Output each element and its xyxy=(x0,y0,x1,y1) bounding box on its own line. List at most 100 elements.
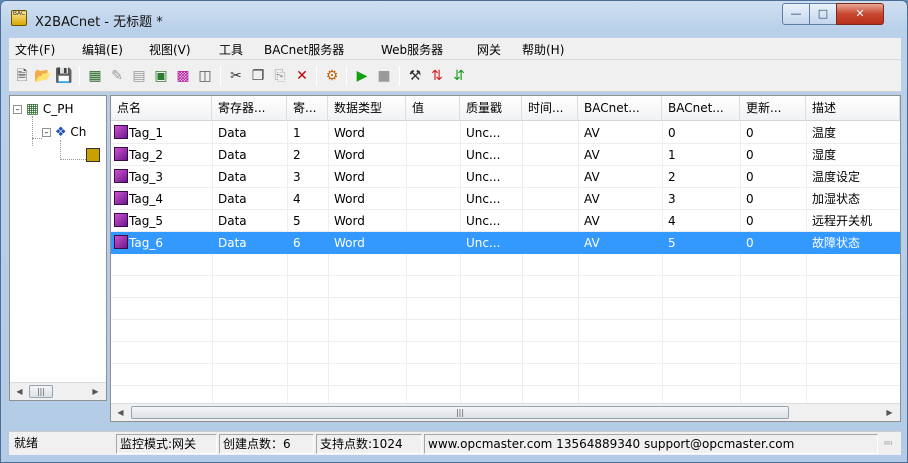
import-icon[interactable]: ▩ xyxy=(174,67,192,85)
menu-view[interactable]: 视图(V) xyxy=(149,41,191,58)
cell-text: 5 xyxy=(293,214,301,228)
status-ready: 就绪 xyxy=(14,436,39,450)
tree-node-root[interactable]: – ▦ C_PH xyxy=(13,101,74,117)
gateway-icon[interactable]: ⇵ xyxy=(450,67,468,85)
delete-icon[interactable]: ✕ xyxy=(293,67,311,85)
menu-bar: 文件(F) 编辑(E) 视图(V) 工具 BACnet服务器 Web服务器 网关… xyxy=(9,38,901,60)
cell-address: 4 xyxy=(287,188,328,210)
title-bar[interactable]: BAC X2BACnet - 无标题 * — □ ✕ xyxy=(1,1,907,35)
cell-time xyxy=(522,210,578,232)
cell-description: 加湿状态 xyxy=(806,188,900,210)
cut-icon[interactable]: ✂ xyxy=(227,67,245,85)
cell-text: 0 xyxy=(746,214,754,228)
cell-time xyxy=(522,144,578,166)
toolbar-separator xyxy=(220,66,221,86)
cell-bacnet-type: AV xyxy=(578,122,662,144)
column-header-quality[interactable]: 质量戳 xyxy=(460,96,522,121)
table-row[interactable]: Tag_4 Data 4 Word Unc... AV 3 0 加湿状态 xyxy=(111,188,900,210)
menu-tools[interactable]: 工具 xyxy=(219,41,243,58)
status-contact: www.opcmaster.com 13564889340 support@op… xyxy=(424,434,878,454)
cell-description: 故障状态 xyxy=(806,232,900,254)
bacnet-icon[interactable]: ⇅ xyxy=(428,67,446,85)
column-header-address[interactable]: 寄... xyxy=(287,96,328,121)
cell-text: 温度设定 xyxy=(812,170,861,184)
cell-text: 故障状态 xyxy=(812,236,861,250)
cell-bacnet-instance: 0 xyxy=(662,122,740,144)
toolbar-separator xyxy=(399,66,400,86)
save-icon[interactable]: 💾 xyxy=(55,67,73,85)
menu-web-server[interactable]: Web服务器 xyxy=(381,41,443,58)
cell-bacnet-instance: 1 xyxy=(662,144,740,166)
paste-icon[interactable]: ⎘ xyxy=(271,67,289,85)
monitor-icon[interactable]: ⚙ xyxy=(323,67,341,85)
window-title: X2BACnet - 无标题 * xyxy=(35,15,163,30)
cell-text: Unc... xyxy=(466,170,501,184)
cell-bacnet-type: AV xyxy=(578,232,662,254)
properties-icon[interactable]: ◫ xyxy=(196,67,214,85)
collapse-icon[interactable]: – xyxy=(42,128,51,137)
minimize-button[interactable]: — xyxy=(782,3,810,25)
cell-text: 0 xyxy=(746,236,754,250)
server-icon: ▦ xyxy=(25,101,40,117)
column-header-time[interactable]: 时间... xyxy=(522,96,578,121)
collapse-icon[interactable]: – xyxy=(13,105,22,114)
close-button[interactable]: ✕ xyxy=(836,3,884,25)
cell-value xyxy=(406,144,460,166)
tree-node-channel[interactable]: – ❖ Ch xyxy=(42,125,86,140)
list-horizontal-scrollbar[interactable]: ◀ ||| ▶ xyxy=(111,403,900,421)
new-icon[interactable]: 🗎 xyxy=(13,67,31,85)
tag-list-icon[interactable]: ▤ xyxy=(130,67,148,85)
table-row[interactable]: Tag_3 Data 3 Word Unc... AV 2 0 温度设定 xyxy=(111,166,900,188)
column-header-datatype[interactable]: 数据类型 xyxy=(328,96,406,121)
table-row[interactable]: Tag_5 Data 5 Word Unc... AV 4 0 远程开关机 xyxy=(111,210,900,232)
cell-update: 0 xyxy=(740,166,806,188)
table-row[interactable]: Tag_1 Data 1 Word Unc... AV 0 0 温度 xyxy=(111,122,900,144)
scroll-right-icon[interactable]: ▶ xyxy=(881,405,898,421)
start-icon[interactable]: ▶ xyxy=(353,67,371,85)
tag-icon xyxy=(114,169,128,183)
maximize-button[interactable]: □ xyxy=(809,3,837,25)
cell-description: 温度 xyxy=(806,122,900,144)
cell-quality: Unc... xyxy=(460,232,522,254)
device-icon[interactable]: ▦ xyxy=(86,67,104,85)
column-header-value[interactable]: 值 xyxy=(406,96,460,121)
menu-file[interactable]: 文件(F) xyxy=(15,41,55,58)
column-header-description[interactable]: 描述 xyxy=(806,96,900,121)
menu-gateway[interactable]: 网关 xyxy=(477,41,501,58)
column-header-bacnet-instance[interactable]: BACnet... xyxy=(662,96,740,121)
cell-address: 6 xyxy=(287,232,328,254)
stop-icon[interactable]: ■ xyxy=(375,67,393,85)
export-icon[interactable]: ▣ xyxy=(152,67,170,85)
cell-text: 远程开关机 xyxy=(812,214,873,228)
scroll-thumb[interactable]: ||| xyxy=(29,385,53,398)
cell-name: Tag_5 xyxy=(111,210,212,232)
cell-text: AV xyxy=(584,192,600,206)
menu-help[interactable]: 帮助(H) xyxy=(522,41,564,58)
cell-description: 温度设定 xyxy=(806,166,900,188)
tree-horizontal-scrollbar[interactable]: ◀ ||| ▶ xyxy=(10,382,106,400)
cell-bacnet-instance: 2 xyxy=(662,166,740,188)
column-header-bacnet-type[interactable]: BACnet... xyxy=(578,96,662,121)
table-row[interactable]: Tag_6 Data 6 Word Unc... AV 5 0 故障状态 xyxy=(111,232,900,254)
add-tag-icon[interactable]: ✎ xyxy=(108,67,126,85)
tools-icon[interactable]: ⚒ xyxy=(406,67,424,85)
copy-icon[interactable]: ❐ xyxy=(249,67,267,85)
column-header-name[interactable]: 点名 xyxy=(111,96,212,121)
cell-text: Data xyxy=(218,170,247,184)
column-header-update[interactable]: 更新... xyxy=(740,96,806,121)
column-header-register[interactable]: 寄存器... xyxy=(212,96,287,121)
open-icon[interactable]: 📂 xyxy=(34,67,52,85)
scroll-left-icon[interactable]: ◀ xyxy=(11,384,28,400)
cell-value xyxy=(406,166,460,188)
scroll-right-icon[interactable]: ▶ xyxy=(87,384,104,400)
menu-edit[interactable]: 编辑(E) xyxy=(82,41,123,58)
grid-line xyxy=(111,297,900,298)
cell-text: Word xyxy=(334,126,365,140)
tree-node-device[interactable] xyxy=(86,148,100,165)
cell-bacnet-type: AV xyxy=(578,166,662,188)
scroll-left-icon[interactable]: ◀ xyxy=(112,405,129,421)
scroll-thumb[interactable]: ||| xyxy=(131,406,789,419)
resize-grip-icon[interactable]: ≕ xyxy=(883,438,893,449)
menu-bacnet-server[interactable]: BACnet服务器 xyxy=(264,41,344,58)
table-row[interactable]: Tag_2 Data 2 Word Unc... AV 1 0 湿度 xyxy=(111,144,900,166)
